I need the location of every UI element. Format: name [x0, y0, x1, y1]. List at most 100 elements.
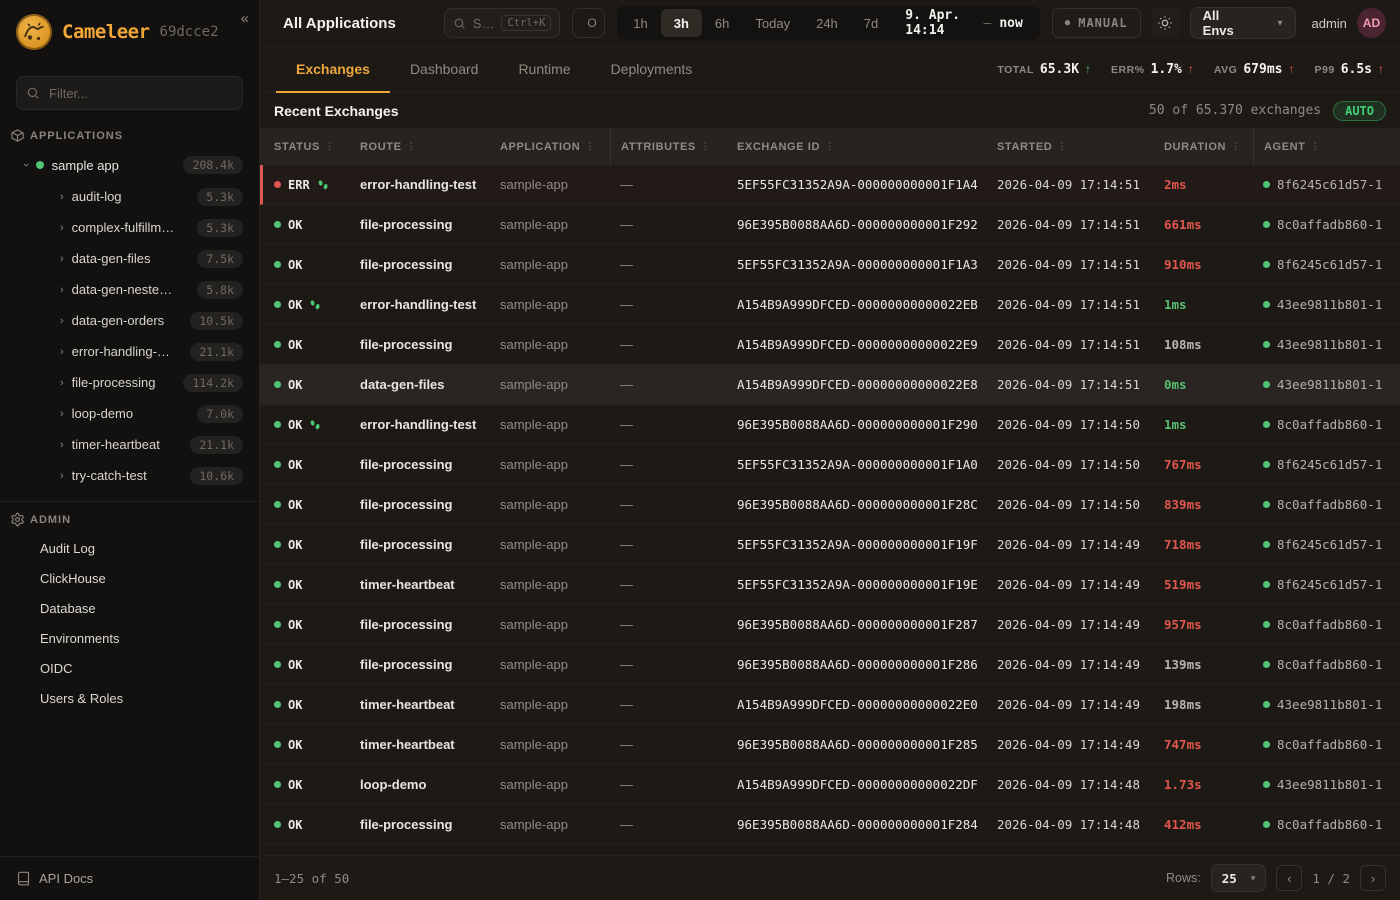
tab-exchanges[interactable]: Exchanges: [276, 47, 390, 93]
cell-app: sample-app: [500, 657, 620, 672]
rows-per-page-select[interactable]: 25 ▾: [1211, 864, 1267, 892]
column-header-started[interactable]: STARTED⋮: [997, 128, 1164, 165]
sidebar-item-route[interactable]: ›loop-demo7.0k: [0, 398, 259, 429]
tabs-bar: ExchangesDashboardRuntimeDeployments TOT…: [260, 47, 1400, 93]
trace-steps-icon: [317, 179, 329, 191]
theme-toggle-button[interactable]: [1151, 8, 1180, 38]
column-header-exchange-id[interactable]: EXCHANGE ID⋮: [737, 128, 997, 165]
range-button[interactable]: 3h: [661, 9, 702, 37]
agent-status-dot: [1263, 501, 1270, 508]
env-select[interactable]: All Envs ▾: [1190, 7, 1296, 39]
status-dot: [274, 661, 281, 668]
chevron-down-icon: ▾: [1277, 18, 1282, 29]
time-range-group: 1h3h6hToday24h7d 9. Apr. 14:14 – now: [617, 6, 1040, 40]
avatar[interactable]: AD: [1357, 8, 1386, 38]
prev-page-button[interactable]: ‹: [1276, 865, 1302, 891]
cell-agent: 43ee9811b801-1: [1263, 697, 1400, 712]
sidebar-item-route[interactable]: ›data-gen-files7.5k: [0, 243, 259, 274]
range-button[interactable]: 7d: [851, 9, 891, 37]
sidebar-item-route[interactable]: ›timer-heartbeat21.1k: [0, 429, 259, 460]
sidebar-item-admin[interactable]: Database: [0, 593, 259, 623]
range-button[interactable]: 6h: [702, 9, 742, 37]
sidebar-item-route[interactable]: ›complex-fulfillm…5.3k: [0, 212, 259, 243]
sidebar-item-admin[interactable]: OIDC: [0, 653, 259, 683]
table-row[interactable]: OKloop-demosample-app—A154B9A999DFCED-00…: [260, 765, 1400, 805]
sidebar-item-admin[interactable]: Environments: [0, 623, 259, 653]
table-row[interactable]: ERRerror-handling-testsample-app—5EF55FC…: [260, 165, 1400, 205]
table-row[interactable]: OKtimer-heartbeatsample-app—96E395B0088A…: [260, 725, 1400, 765]
table-row[interactable]: OKfile-processingsample-app—5EF55FC31352…: [260, 525, 1400, 565]
date-range-display[interactable]: 9. Apr. 14:14 – now: [891, 8, 1037, 38]
tab-dashboard[interactable]: Dashboard: [390, 47, 499, 93]
sidebar-collapse-icon[interactable]: «: [241, 10, 249, 27]
table-row[interactable]: OKfile-processingsample-app—96E395B0088A…: [260, 805, 1400, 845]
table-row[interactable]: OKtimer-heartbeatsample-app—A154B9A999DF…: [260, 685, 1400, 725]
table-row[interactable]: OKtimer-heartbeatsample-app—5EF55FC31352…: [260, 565, 1400, 605]
count-badge: 5.3k: [197, 188, 243, 206]
page-indicator: 1 / 2: [1312, 871, 1350, 886]
column-header-route[interactable]: ROUTE⋮: [360, 128, 500, 165]
sidebar-item-admin[interactable]: ClickHouse: [0, 563, 259, 593]
cell-status: OK: [274, 498, 360, 512]
tab-deployments[interactable]: Deployments: [591, 47, 713, 93]
api-docs-link[interactable]: API Docs: [0, 856, 259, 900]
cell-attr: —: [620, 257, 737, 272]
table-row[interactable]: OKfile-processingsample-app—96E395B0088A…: [260, 645, 1400, 685]
sidebar-item-sample-app[interactable]: › sample app 208.4k: [0, 149, 259, 181]
pagination-controls: Rows: 25 ▾ ‹ 1 / 2 ›: [1166, 864, 1386, 892]
column-header-status[interactable]: STATUS⋮: [274, 128, 360, 165]
tab-runtime[interactable]: Runtime: [498, 47, 590, 93]
range-button[interactable]: Today: [742, 9, 803, 37]
table-row[interactable]: OKfile-processingsample-app—96E395B0088A…: [260, 605, 1400, 645]
sidebar-item-route[interactable]: ›data-gen-orders10.5k: [0, 305, 259, 336]
table-row[interactable]: OKerror-handling-testsample-app—96E395B0…: [260, 405, 1400, 445]
table-row[interactable]: OKfile-processingsample-app—5EF55FC31352…: [260, 245, 1400, 285]
route-label: error-handling-…: [72, 344, 170, 359]
filter-input[interactable]: [16, 76, 243, 110]
column-header-application[interactable]: APPLICATION⋮: [500, 128, 620, 165]
agent-id: 43ee9811b801-1: [1277, 777, 1382, 792]
range-button[interactable]: 1h: [620, 9, 660, 37]
global-search[interactable]: S… Ctrl+K: [444, 8, 561, 38]
table-row[interactable]: OKfile-processingsample-app—96E395B0088A…: [260, 205, 1400, 245]
sidebar-item-admin[interactable]: Users & Roles: [0, 683, 259, 713]
table-row[interactable]: OKdata-gen-filessample-app—A154B9A999DFC…: [260, 365, 1400, 405]
sidebar-item-admin[interactable]: Audit Log: [0, 533, 259, 563]
sidebar-item-route[interactable]: ›data-gen-neste…5.8k: [0, 274, 259, 305]
cell-duration: 767ms: [1164, 457, 1263, 472]
cell-route: file-processing: [360, 497, 500, 512]
table-row[interactable]: OKfile-processingsample-app—96E395B0088A…: [260, 485, 1400, 525]
cell-app: sample-app: [500, 697, 620, 712]
next-page-button[interactable]: ›: [1360, 865, 1386, 891]
chevron-right-icon: ›: [60, 439, 64, 451]
column-header-attributes[interactable]: ATTRIBUTES⋮: [610, 128, 737, 165]
sidebar-item-route[interactable]: ›file-processing114.2k: [0, 367, 259, 398]
sort-icon: ⋮: [585, 141, 595, 152]
chevron-right-icon: ›: [60, 191, 64, 203]
agent-id: 8f6245c61d57-1: [1277, 457, 1382, 472]
sidebar-item-route[interactable]: ›error-handling-…21.1k: [0, 336, 259, 367]
table-row[interactable]: OKfile-processingsample-app—5EF55FC31352…: [260, 445, 1400, 485]
sidebar-item-route[interactable]: ›try-catch-test10.6k: [0, 460, 259, 491]
online-status-indicator[interactable]: O: [572, 8, 605, 38]
manual-refresh-button[interactable]: ● MANUAL: [1052, 8, 1141, 38]
status-text: OK: [288, 498, 302, 512]
agent-status-dot: [1263, 421, 1270, 428]
route-label: data-gen-neste…: [72, 282, 172, 297]
range-button[interactable]: 24h: [803, 9, 851, 37]
auto-refresh-badge[interactable]: AUTO: [1333, 101, 1386, 121]
stat-label: AVG: [1214, 64, 1237, 76]
cell-status: OK: [274, 298, 360, 312]
sidebar-item-route[interactable]: ›audit-log5.3k: [0, 181, 259, 212]
table-row[interactable]: OKfile-processingsample-app—A154B9A999DF…: [260, 325, 1400, 365]
column-header-duration[interactable]: DURATION⋮: [1164, 128, 1263, 165]
status-text: OK: [288, 578, 302, 592]
cell-id: 96E395B0088AA6D-000000000001F290: [737, 417, 997, 432]
cell-route: file-processing: [360, 217, 500, 232]
stat-total: TOTAL65.3K↑: [997, 62, 1091, 77]
column-header-agent[interactable]: AGENT⋮: [1253, 128, 1400, 165]
cell-route: timer-heartbeat: [360, 577, 500, 592]
cell-status: OK: [274, 618, 360, 632]
table-row[interactable]: OKerror-handling-testsample-app—A154B9A9…: [260, 285, 1400, 325]
agent-id: 43ee9811b801-1: [1277, 337, 1382, 352]
